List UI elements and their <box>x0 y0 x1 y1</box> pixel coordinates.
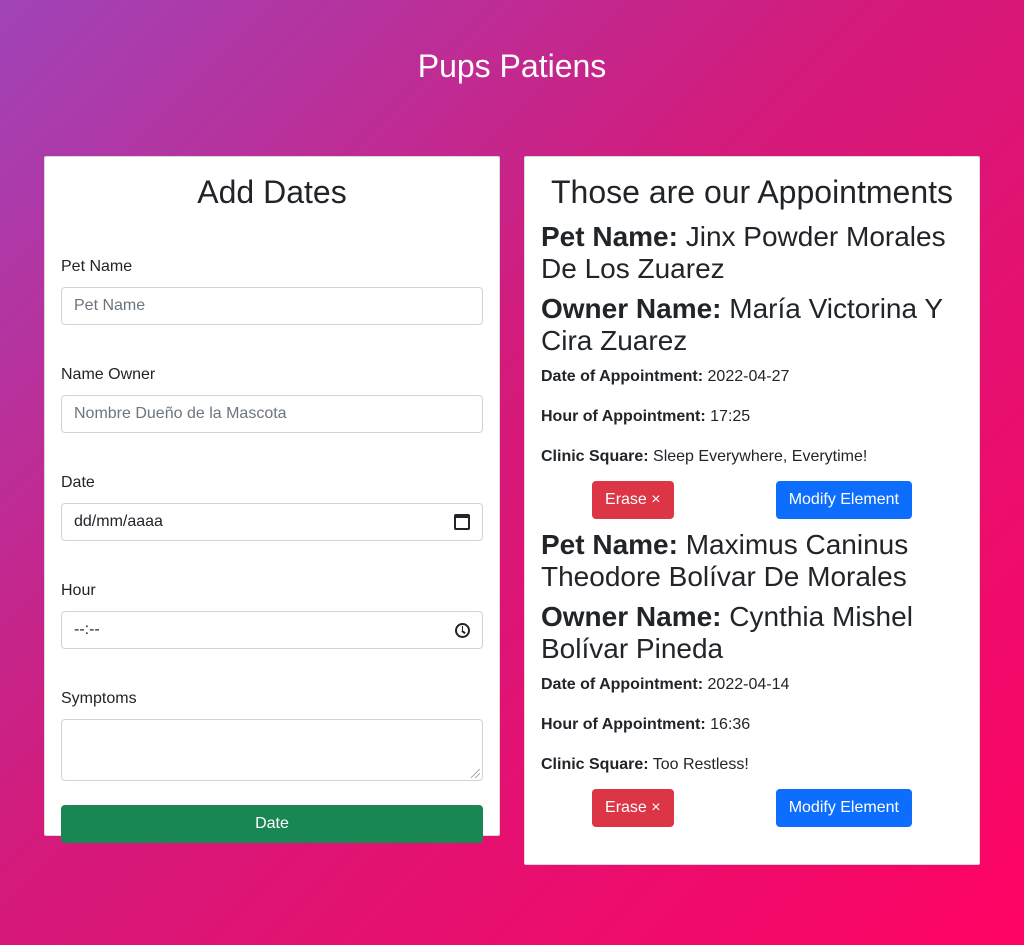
pet-name-key: Pet Name: <box>541 529 678 560</box>
date-key: Date of Appointment: <box>541 676 704 693</box>
pet-name-line: Pet Name: Maximus Caninus Theodore Bolív… <box>541 529 963 593</box>
submit-date-button[interactable]: Date <box>61 805 483 843</box>
hour-value: 16:36 <box>710 716 751 733</box>
pet-name-label: Pet Name <box>61 258 133 275</box>
calendar-icon[interactable] <box>454 514 470 530</box>
list-title: Those are our Appointments <box>550 174 953 210</box>
pet-name-placeholder: Pet Name <box>74 297 146 314</box>
hour-key: Hour of Appointment: <box>541 716 706 733</box>
appointment-actions: Erase × Modify Element <box>541 789 963 827</box>
hour-input-value: --:-- <box>74 621 100 638</box>
owner-name-key: Owner Name: <box>541 601 722 632</box>
appointment-card: Pet Name: Jinx Powder Morales De Los Zua… <box>541 221 963 519</box>
hour-value: 17:25 <box>710 408 751 425</box>
erase-button[interactable]: Erase × <box>592 789 674 827</box>
date-label: Date <box>61 474 95 491</box>
owner-name-placeholder: Nombre Dueño de la Mascota <box>74 405 287 422</box>
hour-key: Hour of Appointment: <box>541 408 706 425</box>
pet-name-line: Pet Name: Jinx Powder Morales De Los Zua… <box>541 221 963 285</box>
clinic-value: Too Restless! <box>652 756 749 773</box>
hour-input[interactable]: --:-- <box>61 611 483 649</box>
pet-name-key: Pet Name: <box>541 221 678 252</box>
appointments-list: Those are our Appointments Pet Name: Jin… <box>524 156 980 865</box>
clinic-key: Clinic Square: <box>541 448 649 465</box>
owner-name-line: Owner Name: María Victorina Y Cira Zuare… <box>541 293 963 357</box>
date-line: Date of Appointment: 2022-04-14 <box>541 673 963 697</box>
clinic-line: Clinic Square: Sleep Everywhere, Everyti… <box>541 445 963 469</box>
appointment-card: Pet Name: Maximus Caninus Theodore Bolív… <box>541 529 963 827</box>
modify-button[interactable]: Modify Element <box>775 789 912 827</box>
date-value: 2022-04-27 <box>707 368 790 385</box>
owner-name-line: Owner Name: Cynthia Mishel Bolívar Pined… <box>541 601 963 665</box>
clock-icon[interactable] <box>455 622 470 638</box>
date-line: Date of Appointment: 2022-04-27 <box>541 365 963 389</box>
clinic-line: Clinic Square: Too Restless! <box>541 753 963 777</box>
symptoms-textarea[interactable] <box>61 719 483 781</box>
appointment-actions: Erase × Modify Element <box>541 481 963 519</box>
owner-name-label: Name Owner <box>61 366 156 383</box>
modify-button[interactable]: Modify Element <box>775 481 912 519</box>
owner-name-key: Owner Name: <box>541 293 722 324</box>
pet-name-input[interactable]: Pet Name <box>61 287 483 325</box>
form-title: Add Dates <box>197 174 347 210</box>
hour-line: Hour of Appointment: 16:36 <box>541 713 963 737</box>
owner-name-input[interactable]: Nombre Dueño de la Mascota <box>61 395 483 433</box>
clinic-key: Clinic Square: <box>541 756 649 773</box>
add-dates-form: Add Dates Pet Name Pet Name Name Owner N… <box>44 156 500 843</box>
date-value: 2022-04-14 <box>707 676 790 693</box>
resize-grip-icon[interactable] <box>471 769 480 778</box>
date-input[interactable]: dd/mm/aaaa <box>61 503 483 541</box>
hour-line: Hour of Appointment: 17:25 <box>541 405 963 429</box>
date-input-value: dd/mm/aaaa <box>74 513 163 530</box>
symptoms-label: Symptoms <box>61 690 137 707</box>
date-key: Date of Appointment: <box>541 368 704 385</box>
clinic-value: Sleep Everywhere, Everytime! <box>653 448 868 465</box>
app-title: Pups Patiens <box>417 48 607 84</box>
erase-button[interactable]: Erase × <box>592 481 674 519</box>
hour-label: Hour <box>61 582 96 599</box>
